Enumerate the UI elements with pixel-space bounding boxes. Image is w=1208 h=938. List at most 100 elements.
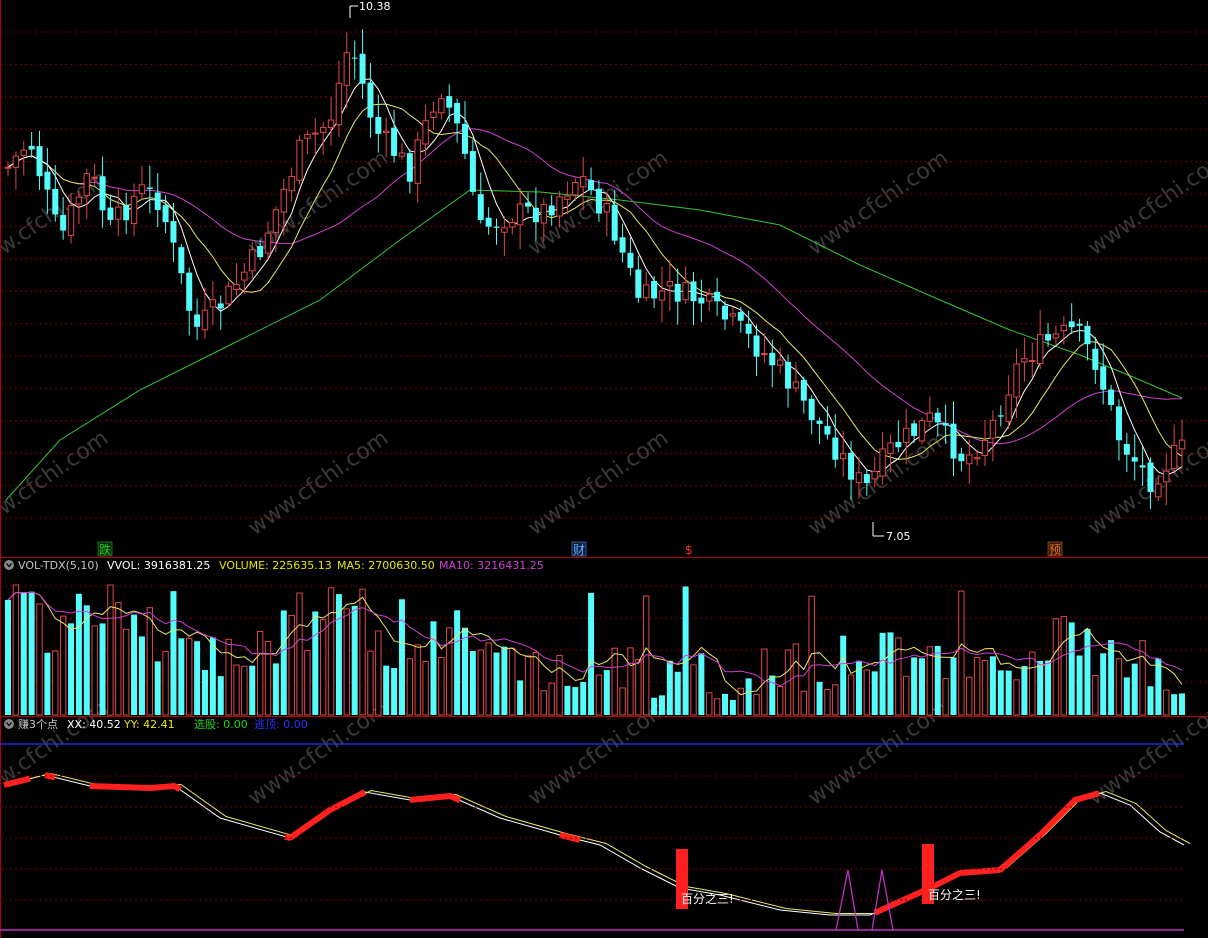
candle-body[interactable]: [249, 249, 256, 272]
volume-bar[interactable]: [737, 687, 744, 716]
candle-body[interactable]: [1123, 443, 1130, 455]
candle-body[interactable]: [911, 423, 918, 436]
candle-body[interactable]: [525, 202, 532, 207]
volume-bar[interactable]: [1171, 694, 1178, 715]
volume-bar[interactable]: [674, 671, 681, 715]
candle-body[interactable]: [745, 323, 752, 334]
candle-body[interactable]: [548, 205, 555, 216]
volume-bar[interactable]: [603, 670, 610, 715]
volume-bar[interactable]: [28, 591, 35, 715]
candle-body[interactable]: [162, 205, 169, 223]
candle-body[interactable]: [863, 474, 870, 484]
candle-body[interactable]: [1155, 483, 1162, 498]
candle-body[interactable]: [1029, 360, 1036, 363]
candle-body[interactable]: [564, 195, 571, 200]
volume-bar[interactable]: [122, 628, 130, 716]
candle-body[interactable]: [1147, 462, 1154, 492]
volume-bar[interactable]: [296, 592, 303, 716]
candle-body[interactable]: [288, 176, 295, 192]
candle-body[interactable]: [1013, 363, 1020, 398]
candlestick-series[interactable]: [4, 29, 1186, 509]
volume-bar[interactable]: [493, 652, 500, 715]
volume-bar[interactable]: [59, 615, 67, 716]
candle-body[interactable]: [588, 180, 595, 191]
candle-body[interactable]: [651, 280, 658, 299]
candle-body[interactable]: [493, 226, 500, 228]
candle-body[interactable]: [832, 437, 839, 460]
volume-bar[interactable]: [461, 627, 468, 715]
candle-body[interactable]: [627, 252, 634, 268]
candle-body[interactable]: [887, 442, 894, 454]
volume-bar[interactable]: [83, 605, 90, 715]
candle-body[interactable]: [997, 415, 1004, 417]
candle-body[interactable]: [761, 352, 768, 355]
candle-body[interactable]: [304, 133, 311, 139]
volume-bar[interactable]: [509, 647, 516, 716]
volume-bar[interactable]: [840, 635, 847, 715]
candle-body[interactable]: [430, 111, 437, 119]
volume-bar[interactable]: [194, 641, 201, 715]
volume-bar[interactable]: [706, 692, 713, 716]
candle-body[interactable]: [1163, 470, 1170, 483]
candle-body[interactable]: [52, 189, 59, 215]
volume-bar[interactable]: [1163, 689, 1170, 716]
volume-bar[interactable]: [272, 663, 279, 715]
candle-body[interactable]: [1076, 323, 1083, 326]
volume-bar[interactable]: [611, 647, 618, 716]
candle-body[interactable]: [107, 207, 114, 220]
candle-body[interactable]: [855, 472, 863, 484]
volume-bar[interactable]: [99, 623, 106, 715]
candle-body[interactable]: [170, 221, 177, 243]
candle-body[interactable]: [75, 196, 83, 205]
volume-bar[interactable]: [832, 684, 839, 716]
candle-body[interactable]: [44, 171, 51, 190]
candle-body[interactable]: [312, 132, 319, 135]
candle-body[interactable]: [824, 425, 831, 435]
chevron-down-icon[interactable]: [4, 719, 14, 729]
volume-bar[interactable]: [958, 590, 965, 716]
candle-body[interactable]: [942, 423, 949, 426]
candle-body[interactable]: [666, 280, 674, 287]
candle-body[interactable]: [926, 412, 934, 422]
candle-body[interactable]: [800, 379, 807, 401]
volume-bar[interactable]: [201, 669, 208, 715]
candle-body[interactable]: [808, 398, 815, 421]
candle-body[interactable]: [501, 227, 508, 233]
candle-body[interactable]: [1170, 444, 1178, 469]
volume-bar[interactable]: [776, 686, 784, 716]
volume-bar[interactable]: [713, 698, 721, 716]
volume-bar[interactable]: [68, 623, 75, 715]
candle-body[interactable]: [146, 187, 153, 189]
volume-bar[interactable]: [847, 674, 855, 716]
candle-body[interactable]: [225, 285, 232, 305]
volume-bar[interactable]: [485, 642, 492, 716]
volume-bar[interactable]: [375, 630, 382, 716]
candle-body[interactable]: [579, 176, 587, 188]
candle-body[interactable]: [1052, 333, 1060, 339]
volume-bar[interactable]: [548, 682, 555, 716]
candle-body[interactable]: [375, 116, 382, 134]
event-marker-dollar[interactable]: $: [685, 543, 693, 557]
volume-bar[interactable]: [1037, 660, 1044, 715]
volume-bar[interactable]: [115, 602, 122, 716]
candle-body[interactable]: [438, 98, 445, 114]
volume-bar[interactable]: [729, 700, 736, 715]
volume-bar[interactable]: [1005, 670, 1012, 715]
volume-bar[interactable]: [501, 646, 508, 715]
volume-bar[interactable]: [233, 664, 240, 716]
volume-bar[interactable]: [430, 621, 437, 715]
candle-body[interactable]: [895, 441, 902, 448]
volume-bar[interactable]: [911, 657, 918, 715]
volume-bar[interactable]: [264, 640, 272, 716]
volume-bar[interactable]: [903, 675, 910, 716]
volume-bar[interactable]: [5, 599, 11, 715]
candle-body[interactable]: [776, 359, 784, 366]
volume-bar[interactable]: [138, 636, 145, 715]
volume-bar[interactable]: [580, 682, 587, 715]
candle-body[interactable]: [178, 247, 185, 274]
volume-bar[interactable]: [1021, 666, 1028, 715]
candle-body[interactable]: [816, 420, 823, 424]
volume-bar[interactable]: [12, 584, 20, 716]
candle-body[interactable]: [729, 313, 737, 317]
candle-body[interactable]: [879, 448, 886, 477]
